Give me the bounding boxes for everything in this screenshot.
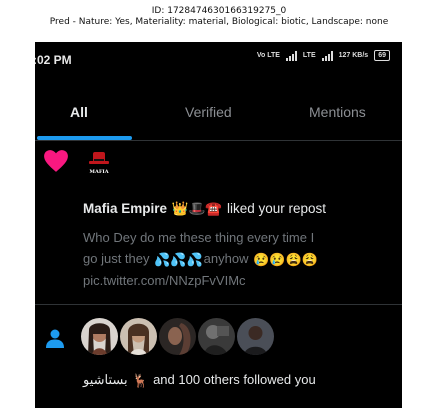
mafia-logo-icon <box>89 152 109 164</box>
name-emojis: 👑🎩☎️ <box>171 201 223 217</box>
like-notification[interactable]: MAFIA Mafia Empire 👑🎩☎️ liked your repos… <box>35 141 402 301</box>
notification-tabs: All Verified Mentions <box>35 94 402 140</box>
follow-notification-text[interactable]: بستاشيو 🦌 and 100 others followed you <box>83 372 316 389</box>
follower-avatar-3[interactable] <box>159 318 196 355</box>
status-time: :02 PM <box>35 53 72 67</box>
portrait-image <box>81 318 118 355</box>
reposted-tweet-text[interactable]: Who Dey do me these thing every time I g… <box>83 227 395 291</box>
tweet-line-2-start: go just they <box>83 251 154 266</box>
tab-mentions[interactable]: Mentions <box>309 104 366 120</box>
lte-label: LTE <box>302 52 316 59</box>
person-icon <box>46 329 64 348</box>
deer-emoji: 🦌 <box>132 372 149 388</box>
volte-label: Vo LTE <box>256 52 280 59</box>
like-notification-title: Mafia Empire 👑🎩☎️ liked your repost <box>83 201 326 217</box>
heart-icon <box>44 150 68 172</box>
droplet-emojis: 💦💦💦 <box>154 252 203 268</box>
mafia-empire-avatar[interactable]: MAFIA <box>83 149 115 181</box>
follower-avatar-2[interactable] <box>120 318 157 355</box>
follower-avatars <box>81 318 274 358</box>
action-text: liked your repost <box>223 201 327 216</box>
tab-verified[interactable]: Verified <box>185 104 232 120</box>
tweet-line-2-end: anyhow <box>203 251 253 266</box>
notification-divider <box>35 304 402 305</box>
tab-all[interactable]: All <box>70 104 88 120</box>
tweet-media-link[interactable]: pic.twitter.com/NNzpFvVIMc <box>83 270 395 291</box>
network-speed: 127 KB/s <box>338 52 369 59</box>
mafia-logo-text: MAFIA <box>89 169 109 175</box>
phone-screen: :02 PM Vo LTE LTE 127 KB/s 69 All Verifi… <box>35 42 402 408</box>
follower-name[interactable]: بستاشيو <box>83 372 128 387</box>
status-icons: Vo LTE LTE 127 KB/s 69 <box>257 50 390 61</box>
portrait-image <box>237 318 274 355</box>
portrait-image <box>120 318 157 355</box>
image-caption: ID: 1728474630166319275_0 Pred - Nature:… <box>0 6 438 28</box>
status-bar: :02 PM Vo LTE LTE 127 KB/s 69 <box>35 42 402 78</box>
crying-emojis: 😢😢😩😩 <box>253 252 318 268</box>
signal-icon <box>285 50 297 61</box>
battery-icon: 69 <box>374 50 390 61</box>
follow-action-text: and 100 others followed you <box>149 372 316 387</box>
caption-id: ID: 1728474630166319275_0 <box>151 6 287 16</box>
follower-avatar-5[interactable] <box>237 318 274 355</box>
caption-prediction: Pred - Nature: Yes, Materiality: materia… <box>49 17 389 27</box>
tweet-line-2: go just they 💦💦💦anyhow 😢😢😩😩 <box>83 248 395 270</box>
follower-avatar-1[interactable] <box>81 318 118 355</box>
signal-icon-2 <box>321 50 333 61</box>
portrait-image <box>198 318 235 355</box>
follower-avatar-4[interactable] <box>198 318 235 355</box>
account-name[interactable]: Mafia Empire <box>83 201 167 216</box>
tweet-line-1: Who Dey do me these thing every time I <box>83 230 315 245</box>
portrait-image <box>159 318 196 355</box>
